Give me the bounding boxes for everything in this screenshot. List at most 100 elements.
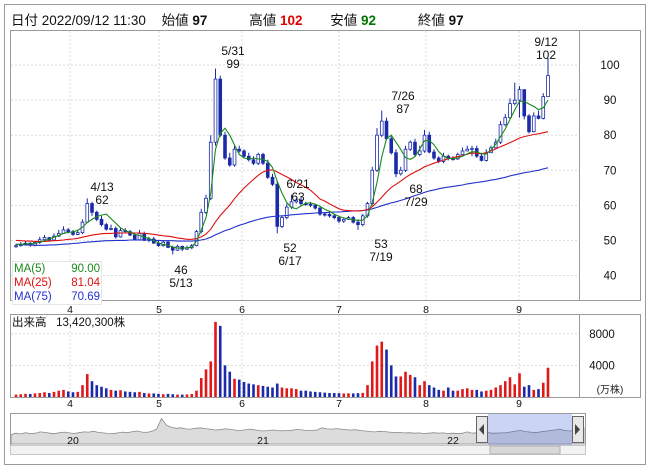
- volume-bar: [19, 394, 23, 397]
- volume-bar: [470, 389, 474, 397]
- candle-body: [536, 115, 541, 119]
- volume-x-tick-label: 6: [239, 398, 245, 410]
- open-label: 始値: [161, 13, 189, 28]
- candle-body: [432, 151, 436, 159]
- volume-bar: [128, 391, 132, 397]
- navigator-right-handle[interactable]: [572, 416, 584, 443]
- candle-body: [413, 141, 417, 155]
- candle-body: [403, 148, 408, 171]
- candle-body: [531, 115, 536, 133]
- candle-body: [465, 148, 470, 152]
- annotation-label: 102: [536, 48, 556, 62]
- candle-body: [384, 120, 389, 140]
- volume-value: 13,420,300株: [56, 317, 126, 329]
- volume-bar: [446, 387, 450, 397]
- candle-body: [337, 217, 341, 222]
- volume-bar: [199, 378, 203, 397]
- volume-bar: [408, 374, 412, 397]
- high-label: 高値: [249, 13, 277, 28]
- high-value: 102: [279, 13, 303, 28]
- volume-bar: [195, 390, 198, 397]
- candle-body: [242, 150, 246, 157]
- close-value: 97: [448, 13, 464, 28]
- volume-bar: [494, 387, 498, 397]
- candle-body: [251, 159, 256, 164]
- price-y-tick-label: 80: [604, 130, 617, 142]
- annotation-label: 62: [95, 193, 109, 207]
- candle-body: [379, 120, 384, 136]
- price-y-tick-label: 100: [600, 60, 619, 72]
- volume-x-tick-label: 7: [336, 398, 342, 410]
- volume-bar: [114, 390, 118, 397]
- volume-bar: [190, 393, 194, 397]
- ma25-legend-row: MA(25) 81.04: [14, 276, 100, 290]
- volume-bar: [385, 349, 388, 397]
- ma75-value: 70.69: [71, 291, 100, 303]
- volume-bar: [356, 393, 360, 397]
- candle-body: [118, 230, 123, 238]
- volume-bar: [152, 393, 156, 397]
- navigator-selected-range[interactable]: [488, 414, 572, 445]
- volume-bar: [394, 376, 398, 397]
- volume-bar: [484, 390, 488, 397]
- candle-body: [280, 217, 284, 227]
- volume-bar: [280, 387, 284, 397]
- candle-body: [132, 234, 137, 241]
- volume-bar: [119, 390, 122, 397]
- volume-bar: [399, 376, 403, 397]
- annotation-label: 5/13: [169, 276, 193, 290]
- volume-bar: [123, 391, 127, 397]
- volume-bar: [437, 389, 441, 397]
- volume-bar: [489, 389, 493, 397]
- volume-header: 出来高 13,420,300株: [12, 314, 125, 330]
- volume-bar: [309, 391, 312, 397]
- candle-body: [460, 150, 465, 155]
- candle-body: [270, 176, 275, 185]
- volume-bar: [541, 382, 545, 397]
- volume-bar: [332, 393, 336, 397]
- volume-bar: [214, 321, 217, 397]
- candle-body: [517, 89, 522, 101]
- date-label: 日付: [11, 13, 38, 28]
- volume-bar: [138, 391, 141, 397]
- volume-bar: [522, 386, 526, 397]
- volume-bar: [290, 388, 293, 397]
- volume-bar: [442, 390, 445, 397]
- volume-bar: [456, 390, 460, 397]
- candle-body: [398, 169, 403, 175]
- volume-y-tick-label: 4000: [589, 360, 615, 372]
- volume-bar: [499, 385, 502, 397]
- annotation-label: 63: [291, 190, 305, 204]
- volume-bar: [95, 385, 99, 397]
- volume-bar: [532, 389, 536, 397]
- volume-bar: [233, 378, 236, 397]
- navigator-scroll-thumb[interactable]: [489, 445, 561, 455]
- volume-bar: [52, 391, 56, 397]
- candle-body: [99, 218, 104, 226]
- ma25-value: 81.04: [71, 277, 100, 289]
- volume-bar: [209, 361, 213, 397]
- navigator-left-handle[interactable]: [476, 416, 488, 443]
- ma-legend: MA(5) 90.00 MA(25) 81.04 MA(75) 70.69: [12, 261, 102, 305]
- volume-bar: [271, 387, 274, 397]
- volume-bar: [404, 371, 407, 397]
- volume-bar: [47, 393, 51, 397]
- annotation-label: 68: [409, 182, 423, 196]
- volume-bar: [328, 393, 331, 397]
- volume-bar: [176, 394, 179, 397]
- annotation-label: 7/29: [404, 195, 428, 209]
- candle-body: [512, 99, 517, 105]
- candle-body: [522, 89, 527, 117]
- annotation-label: 52: [283, 241, 297, 255]
- low-value: 92: [361, 13, 377, 28]
- volume-bar: [157, 393, 160, 397]
- volume-bar: [161, 394, 165, 397]
- ma5-value: 90.00: [71, 263, 100, 275]
- candle-body: [275, 183, 280, 227]
- volume-bar: [24, 393, 27, 397]
- volume-bar: [513, 384, 517, 397]
- price-y-tick-label: 50: [604, 235, 617, 247]
- volume-bar: [313, 391, 317, 397]
- candle-body: [508, 103, 512, 119]
- candle-body: [213, 78, 218, 143]
